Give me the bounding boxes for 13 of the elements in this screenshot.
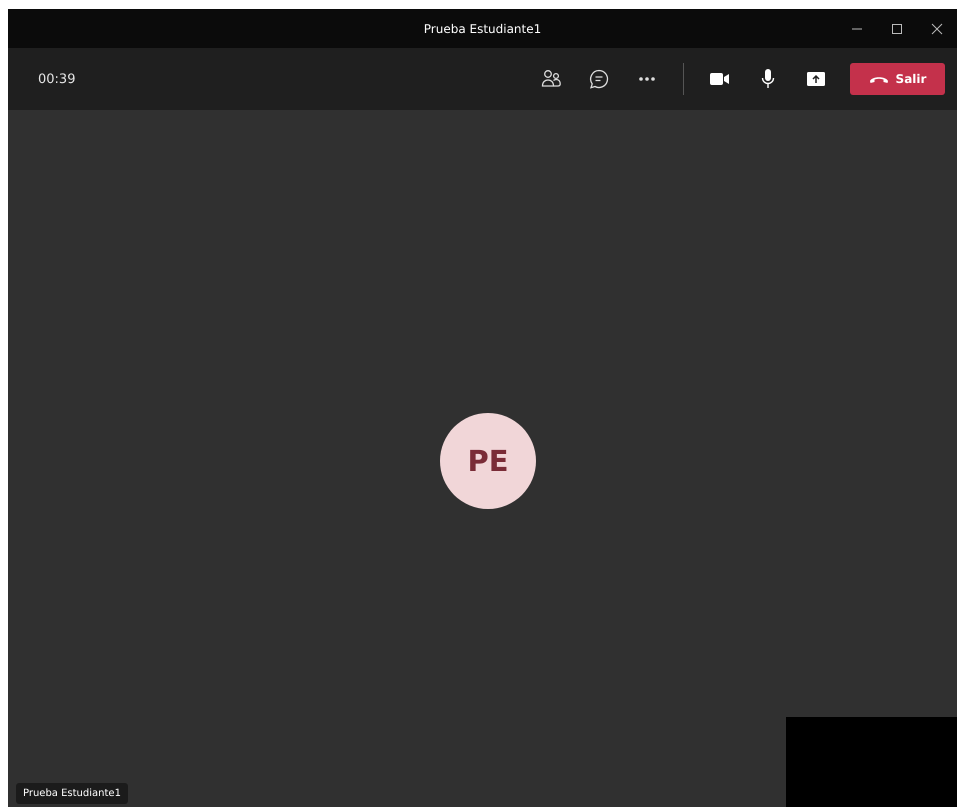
leave-button[interactable]: Salir	[850, 63, 945, 95]
share-icon	[806, 71, 826, 87]
more-icon	[638, 76, 656, 82]
chat-bubble-icon	[588, 68, 610, 90]
call-timer: 00:39	[38, 72, 76, 86]
avatar: PE	[440, 413, 536, 509]
video-camera-icon	[709, 71, 731, 87]
minimize-icon	[852, 28, 862, 30]
name-tag: Prueba Estudiante1	[16, 783, 128, 804]
window-title: Prueba Estudiante1	[424, 22, 542, 36]
maximize-icon	[891, 22, 904, 34]
microphone-icon	[760, 68, 776, 90]
close-icon	[931, 22, 944, 34]
